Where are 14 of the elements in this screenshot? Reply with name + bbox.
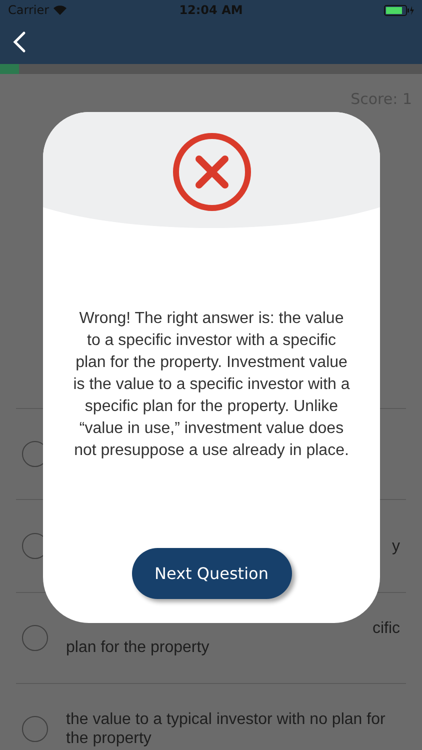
status-time: 12:04 AM — [179, 3, 243, 17]
carrier-name: Carrier — [8, 3, 50, 17]
result-message: Wrong! The right answer is: the value to a specific investor with a specific plan for the property. Investment value is the value to a specific investor with a specific plan for the property. Unlike “value in use,” investment value does not presuppose a use already in place. — [73, 309, 350, 461]
battery-icon — [384, 4, 414, 16]
wrong-icon — [172, 132, 252, 212]
back-icon[interactable] — [12, 31, 26, 53]
radio-button[interactable] — [22, 625, 48, 651]
answer-text: plan for the property — [66, 638, 210, 657]
answer-text: cific — [371, 619, 400, 638]
wifi-icon — [53, 5, 68, 15]
answer-text: the value to a typical investor with no plan for the property — [66, 710, 386, 748]
next-question-button[interactable]: Next Question — [132, 548, 292, 599]
answer-text: y — [391, 536, 400, 556]
radio-button[interactable] — [22, 716, 48, 742]
